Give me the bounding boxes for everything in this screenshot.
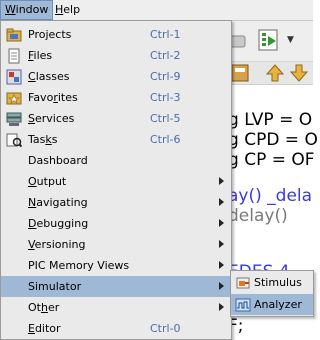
menu-item-label: Services (28, 112, 75, 125)
submenu-item-analyzer[interactable]: Analyzer (231, 294, 313, 315)
menu-item-label: Simulator (28, 280, 82, 293)
menu-item-label: Debugging (28, 217, 89, 230)
submenu-arrow-icon (219, 261, 224, 269)
menu-item-versioning[interactable]: Versioning (1, 234, 231, 255)
previous-bookmark-button[interactable] (265, 63, 285, 83)
menu-item-label: Projects (28, 28, 72, 41)
code-line: g LVP = O (228, 110, 313, 130)
menu-bar: Window Help (0, 0, 313, 21)
menu-item-favorites[interactable]: Favorites Ctrl-3 (1, 87, 231, 108)
run-dropdown-arrow-icon[interactable]: ▼ (287, 35, 294, 45)
menu-item-shortcut: Ctrl-2 (150, 49, 181, 62)
dashboard-icon (6, 153, 22, 169)
submenu-item-label: Stimulus (254, 276, 302, 289)
menu-item-label: Editor (28, 322, 61, 335)
menu-item-label: Other (28, 301, 60, 314)
menu-window-mnemonic: W (5, 3, 16, 16)
menu-item-classes[interactable]: Classes Ctrl-9 (1, 66, 231, 87)
menu-help-label: elp (63, 3, 81, 16)
menu-item-label: Tasks (28, 133, 58, 146)
menu-item-label: Classes (28, 70, 70, 83)
menu-item-debugging[interactable]: Debugging (1, 213, 231, 234)
menu-item-label: Output (28, 175, 67, 188)
menu-item-label: Navigating (28, 196, 88, 209)
menu-item-pic-memory-views[interactable]: PIC Memory Views (1, 255, 231, 276)
menu-item-label: Favorites (28, 91, 78, 104)
menu-item-shortcut: Ctrl-6 (150, 133, 181, 146)
menu-item-simulator[interactable]: Simulator (1, 276, 231, 297)
menu-item-navigating[interactable]: Navigating (1, 192, 231, 213)
menu-item-editor[interactable]: Editor Ctrl-0 (1, 318, 231, 339)
menu-item-shortcut: Ctrl-3 (150, 91, 181, 104)
menu-item-output[interactable]: Output (1, 171, 231, 192)
window-menu: Projects Ctrl-1 Files Ctrl-2 Classes Ctrl-9 Fa… (0, 20, 232, 340)
menu-item-label: Dashboard (28, 154, 88, 167)
projects-icon (6, 27, 22, 43)
services-icon (6, 111, 22, 127)
menu-item-label: Files (28, 49, 53, 62)
submenu-arrow-icon (219, 240, 224, 248)
menu-item-services[interactable]: Services Ctrl-5 (1, 108, 231, 129)
code-line: g CP = OF (228, 150, 315, 170)
code-line: delay() (228, 206, 288, 226)
submenu-arrow-icon (219, 219, 224, 227)
menu-item-projects[interactable]: Projects Ctrl-1 (1, 24, 231, 45)
tasks-icon (6, 132, 23, 148)
menu-item-files[interactable]: Files Ctrl-2 (1, 45, 231, 66)
menu-window[interactable]: Window (0, 0, 54, 20)
menu-item-shortcut: Ctrl-1 (150, 28, 181, 41)
submenu-arrow-icon (219, 303, 224, 311)
submenu-arrow-icon (219, 282, 224, 290)
menu-item-tasks[interactable]: Tasks Ctrl-6 (1, 129, 231, 150)
menu-item-label: PIC Memory Views (28, 259, 130, 272)
next-bookmark-button[interactable] (289, 63, 309, 83)
submenu-arrow-icon (219, 198, 224, 206)
toggle-view-button[interactable] (230, 63, 250, 83)
run-project-button[interactable] (256, 27, 282, 53)
menu-help[interactable]: Help (51, 0, 84, 20)
submenu-item-stimulus[interactable]: Stimulus (231, 272, 313, 293)
menu-item-label: Versioning (28, 238, 86, 251)
menu-window-label: indow (15, 3, 49, 16)
analyzer-icon (235, 297, 251, 313)
files-icon (6, 48, 22, 64)
code-line: g CPD = O (228, 130, 318, 150)
menu-item-shortcut: Ctrl-9 (150, 70, 181, 83)
code-line: ay() _dela (228, 186, 313, 206)
favorites-icon (6, 90, 22, 106)
classes-icon (6, 69, 22, 85)
menu-item-shortcut: Ctrl-0 (150, 322, 181, 335)
stimulus-icon (235, 275, 251, 291)
submenu-item-label: Analyzer (254, 298, 302, 311)
menu-item-dashboard[interactable]: Dashboard (1, 150, 231, 171)
view-toggle-icon (231, 64, 249, 82)
arrow-up-icon (265, 64, 285, 82)
simulator-submenu: Stimulus Analyzer (230, 270, 314, 317)
menu-item-other[interactable]: Other (1, 297, 231, 318)
run-icon (258, 29, 278, 51)
submenu-arrow-icon (219, 177, 224, 185)
arrow-down-icon (289, 64, 309, 82)
menu-item-shortcut: Ctrl-5 (150, 112, 181, 125)
